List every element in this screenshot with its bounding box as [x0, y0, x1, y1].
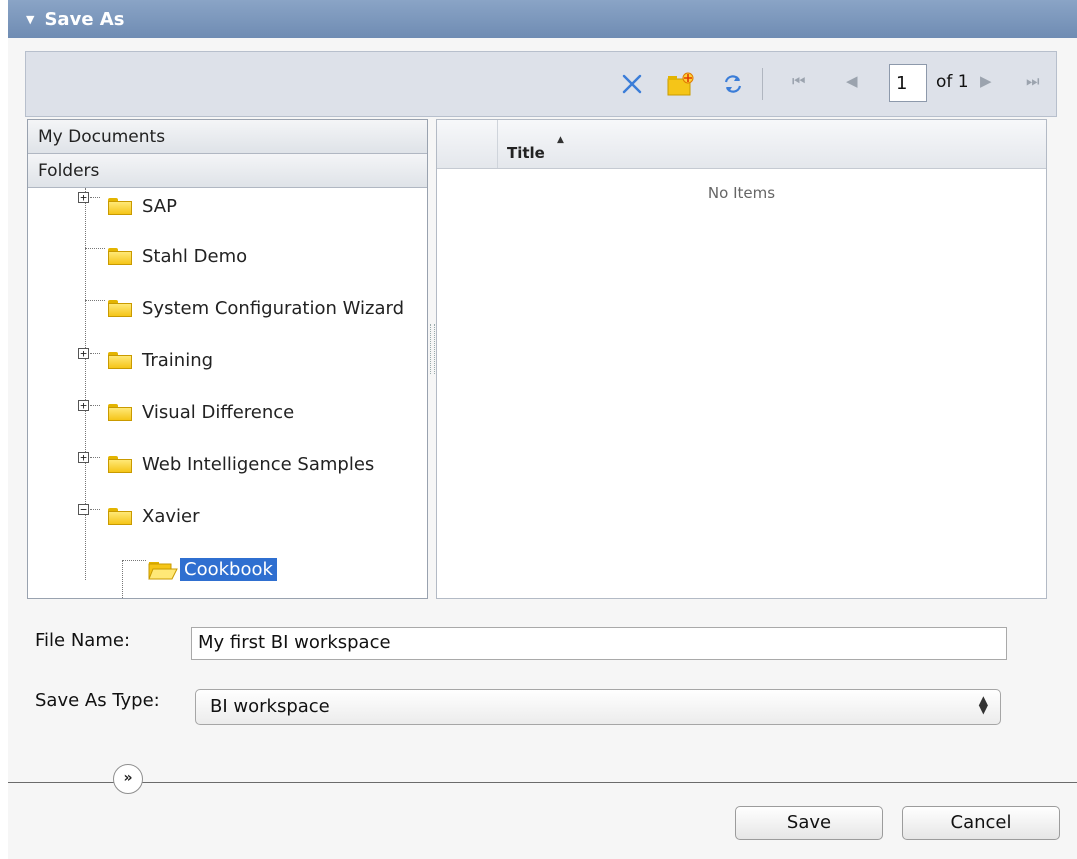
splitter-grip[interactable] — [430, 324, 435, 374]
select-arrows-icon: ▲ ▼ — [978, 693, 988, 716]
save-button[interactable]: Save — [735, 806, 883, 840]
folders-header[interactable]: Folders — [28, 154, 427, 188]
cancel-button[interactable]: Cancel — [902, 806, 1060, 840]
tree-item-label: SAP — [142, 196, 177, 217]
tree-item-label: Visual Difference — [142, 402, 295, 423]
empty-list-message: No Items — [707, 184, 776, 202]
collapse-triangle-icon[interactable]: ▼ — [26, 13, 34, 26]
toolbar: ⏮ ◀ 1 of 1 ▶ ⏭ — [25, 51, 1057, 117]
expand-icon[interactable]: + — [78, 400, 89, 411]
folder-icon — [108, 352, 132, 369]
new-folder-icon[interactable] — [666, 70, 696, 98]
folder-tree: + SAP Stahl Demo System Configuration Wi… — [28, 188, 427, 598]
dialog-title: Save As — [44, 8, 125, 30]
folder-icon — [108, 248, 132, 265]
tree-item-label: Stahl Demo — [142, 246, 248, 267]
folder-icon — [108, 508, 132, 525]
folder-icon — [108, 198, 132, 215]
my-documents-header[interactable]: My Documents — [28, 120, 427, 154]
last-page-icon[interactable]: ⏭ — [1026, 72, 1040, 90]
next-page-icon[interactable]: ▶ — [980, 72, 992, 90]
open-folder-icon — [148, 561, 178, 579]
list-header: Title ▲ — [437, 120, 1046, 169]
previous-page-icon[interactable]: ◀ — [846, 72, 858, 90]
tree-item-label: Training — [142, 350, 214, 371]
collapse-icon[interactable]: − — [78, 504, 89, 515]
page-count-label: of 1 — [936, 72, 969, 92]
folder-icon — [108, 300, 132, 317]
dialog-title-bar[interactable]: ▼ Save As — [8, 0, 1077, 38]
tree-guide-line — [85, 188, 86, 580]
panel-splitter[interactable] — [428, 119, 436, 599]
tree-item-label: Xavier — [142, 506, 200, 527]
save-as-type-label: Save As Type: — [35, 690, 160, 711]
title-column-header[interactable]: Title — [507, 144, 545, 162]
file-name-label: File Name: — [35, 630, 131, 651]
expand-icon[interactable]: + — [78, 192, 89, 203]
folder-tree-panel: My Documents Folders + SAP Stahl Demo Sy… — [27, 119, 428, 599]
tree-guide-line — [122, 560, 123, 598]
tree-item-label: System Configuration Wizard — [142, 298, 405, 319]
refresh-icon[interactable] — [719, 70, 747, 98]
select-column-header[interactable] — [437, 120, 498, 168]
expand-options-button[interactable]: » — [113, 764, 143, 794]
tree-item-label-selected: Cookbook — [180, 558, 277, 581]
page-number-input[interactable]: 1 — [889, 64, 927, 102]
file-list-panel: Title ▲ No Items — [436, 119, 1047, 599]
folder-icon — [108, 456, 132, 473]
expand-icon[interactable]: + — [78, 452, 89, 463]
tree-item-label: Web Intelligence Samples — [142, 454, 375, 475]
folder-icon — [108, 404, 132, 421]
toolbar-separator — [762, 68, 763, 100]
save-as-type-value: BI workspace — [210, 696, 330, 717]
delete-icon[interactable] — [618, 70, 646, 98]
first-page-icon[interactable]: ⏮ — [792, 72, 806, 90]
expand-icon[interactable]: + — [78, 348, 89, 359]
save-as-type-select[interactable]: BI workspace ▲ ▼ — [195, 689, 1001, 725]
file-name-input[interactable]: My first BI workspace — [191, 627, 1007, 660]
divider — [8, 782, 1077, 783]
sort-ascending-icon[interactable]: ▲ — [557, 135, 564, 145]
